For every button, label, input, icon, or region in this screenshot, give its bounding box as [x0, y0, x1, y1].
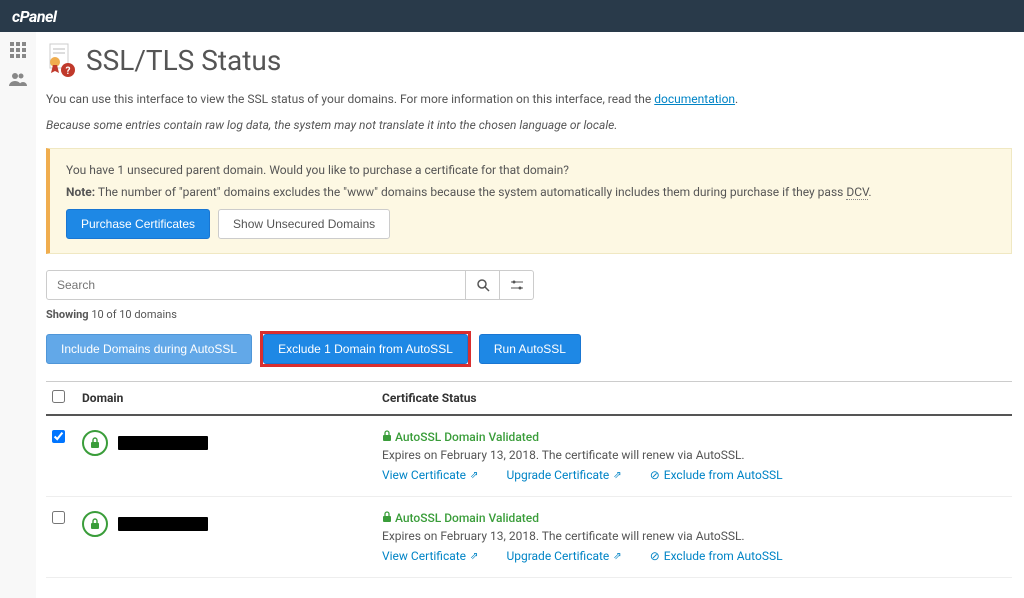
- sliders-icon: [510, 278, 524, 292]
- search-input[interactable]: [46, 270, 466, 300]
- col-status-header[interactable]: Certificate Status: [376, 382, 1012, 416]
- upgrade-certificate-link[interactable]: Upgrade Certificate ⇗: [506, 468, 621, 482]
- exclude-from-autossl-link[interactable]: ⊘ Exclude from AutoSSL: [650, 468, 783, 482]
- bulk-action-row: Include Domains during AutoSSL Exclude 1…: [46, 331, 1012, 367]
- lock-circle-icon: [82, 430, 108, 456]
- dcv-term[interactable]: DCV: [846, 185, 868, 200]
- exclude-highlight: Exclude 1 Domain from AutoSSL: [260, 331, 471, 367]
- search-button[interactable]: [466, 270, 500, 300]
- documentation-link[interactable]: documentation: [654, 92, 735, 106]
- table-row: AutoSSL Domain Validated Expires on Febr…: [46, 497, 1012, 578]
- external-link-icon: ⇗: [470, 470, 478, 481]
- page-title: SSL/TLS Status: [86, 44, 281, 77]
- lock-icon: [382, 511, 392, 523]
- exclude-domain-button[interactable]: Exclude 1 Domain from AutoSSL: [263, 334, 468, 364]
- status-validated: AutoSSL Domain Validated: [382, 430, 1006, 444]
- search-row: [46, 270, 1012, 300]
- select-all-checkbox[interactable]: [52, 390, 65, 403]
- domains-table: Domain Certificate Status: [46, 381, 1012, 578]
- lock-icon: [89, 518, 101, 530]
- left-nav: [0, 32, 36, 598]
- status-expires: Expires on February 13, 2018. The certif…: [382, 448, 1006, 462]
- run-autossl-button[interactable]: Run AutoSSL: [479, 334, 581, 364]
- alert-note: Note: The number of "parent" domains exc…: [66, 185, 995, 199]
- alert-line1: You have 1 unsecured parent domain. Woul…: [66, 163, 995, 177]
- search-settings-button[interactable]: [500, 270, 534, 300]
- row-checkbox[interactable]: [52, 430, 65, 443]
- search-icon: [476, 278, 490, 292]
- main-content: ? SSL/TLS Status You can use this interf…: [36, 32, 1024, 598]
- svg-text:?: ?: [66, 66, 71, 77]
- apps-icon[interactable]: [10, 42, 26, 58]
- external-link-icon: ⇗: [613, 551, 621, 562]
- purchase-certificates-button[interactable]: Purchase Certificates: [66, 209, 210, 239]
- topbar: cPanel: [0, 0, 1024, 32]
- cpanel-logo: cPanel: [12, 7, 57, 26]
- domain-redacted: [118, 436, 208, 450]
- unsecured-alert: You have 1 unsecured parent domain. Woul…: [46, 148, 1012, 254]
- include-domains-button[interactable]: Include Domains during AutoSSL: [46, 334, 252, 364]
- status-validated: AutoSSL Domain Validated: [382, 511, 1006, 525]
- upgrade-certificate-link[interactable]: Upgrade Certificate ⇗: [506, 549, 621, 563]
- domain-redacted: [118, 517, 208, 531]
- users-icon[interactable]: [9, 72, 27, 86]
- external-link-icon: ⇗: [613, 470, 621, 481]
- table-row: AutoSSL Domain Validated Expires on Febr…: [46, 415, 1012, 497]
- external-link-icon: ⇗: [470, 551, 478, 562]
- locale-note: Because some entries contain raw log dat…: [46, 118, 1012, 132]
- showing-count: Showing 10 of 10 domains: [46, 308, 1012, 321]
- lock-circle-icon: [82, 511, 108, 537]
- col-checkbox: [46, 382, 76, 416]
- status-expires: Expires on February 13, 2018. The certif…: [382, 529, 1006, 543]
- show-unsecured-button[interactable]: Show Unsecured Domains: [218, 209, 390, 239]
- ssl-cert-icon: ?: [46, 42, 76, 78]
- ban-icon: ⊘: [650, 468, 660, 482]
- view-certificate-link[interactable]: View Certificate ⇗: [382, 468, 478, 482]
- row-checkbox[interactable]: [52, 511, 65, 524]
- lock-icon: [89, 437, 101, 449]
- exclude-from-autossl-link[interactable]: ⊘ Exclude from AutoSSL: [650, 549, 783, 563]
- ban-icon: ⊘: [650, 549, 660, 563]
- intro-text: You can use this interface to view the S…: [46, 92, 1012, 106]
- lock-icon: [382, 430, 392, 442]
- col-domain-header[interactable]: Domain: [76, 382, 376, 416]
- view-certificate-link[interactable]: View Certificate ⇗: [382, 549, 478, 563]
